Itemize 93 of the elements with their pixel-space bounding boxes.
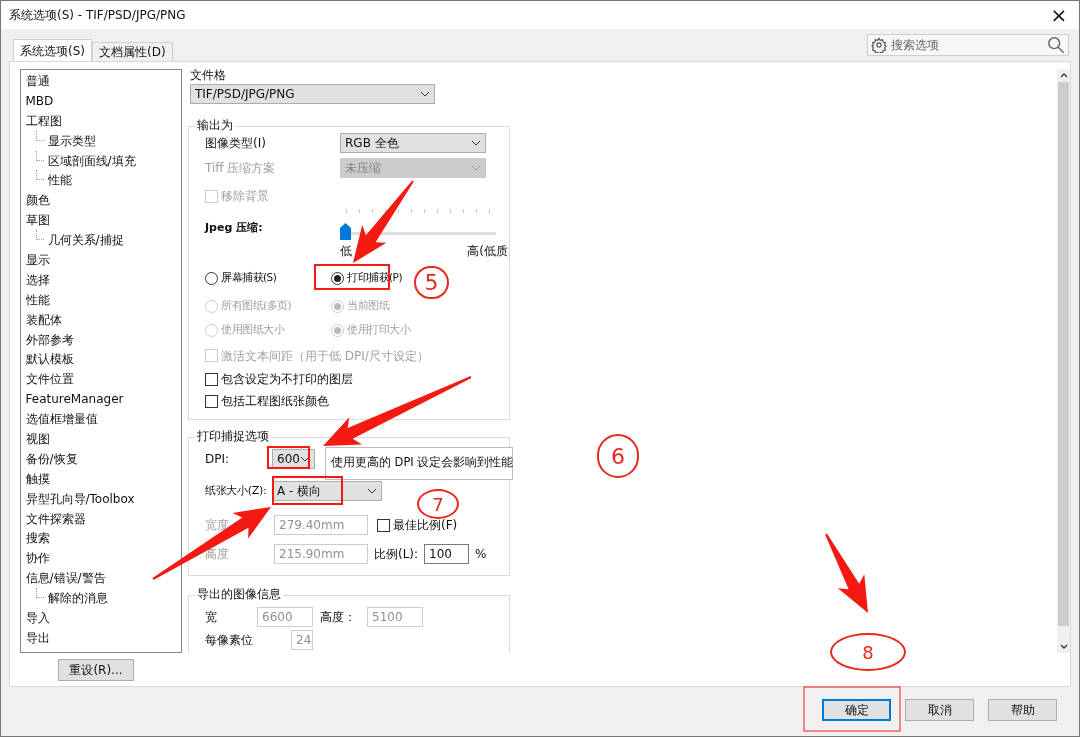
chevron-down-icon (420, 91, 430, 97)
step-number: 7 (417, 489, 459, 519)
tree-item[interactable]: 性能 (25, 290, 50, 309)
checkbox-label: 激活文本间距（用于低 DPI/尺寸设定） (221, 347, 429, 365)
search-field[interactable]: 搜索选项 (867, 34, 1069, 56)
slider-label: 低 (340, 243, 352, 260)
field-label: Jpeg 压缩: (205, 220, 264, 236)
tooltip: 使用更高的 DPI 设定会影响到性能 (324, 446, 513, 480)
input-field[interactable]: 100 (424, 544, 469, 564)
checkbox-label: 最佳比例(F) (393, 517, 458, 534)
chevron-up-icon (1059, 73, 1068, 78)
checkbox[interactable] (377, 518, 390, 532)
tree-item[interactable]: 显示 (25, 250, 50, 269)
radio-label: 使用图纸大小 (221, 322, 284, 338)
field-label: 文件格 (190, 69, 227, 82)
field-label: 纸张大小(Z): (205, 482, 268, 499)
slider-label: 高(低质 (467, 243, 508, 260)
tree-item[interactable]: 几何关系/捕捉 (47, 231, 124, 250)
search-icon (1047, 36, 1065, 54)
tree-item[interactable]: 选值框增量值 (25, 410, 98, 429)
dropdown[interactable]: RGB 全色 (340, 133, 486, 153)
chevron-down-icon (299, 456, 310, 462)
tree-item[interactable]: 显示类型 (47, 131, 96, 150)
tree-item[interactable]: 外部参考 (25, 330, 74, 349)
tree-item[interactable]: 异型孔向导/Toolbox (25, 489, 135, 508)
chevron-down-icon (471, 165, 481, 171)
radio-label: 使用打印大小 (347, 322, 410, 338)
checkbox-label: 包含设定为不打印的图层 (221, 371, 353, 388)
group-title: 输出为 (195, 117, 235, 133)
tree-item[interactable]: 文件位置 (25, 370, 74, 389)
window-title: 系统选项(S) - TIF/PSD/JPG/PNG (9, 7, 187, 24)
step-number: 8 (830, 633, 906, 671)
search-placeholder: 搜索选项 (891, 37, 940, 54)
tree-item[interactable]: 默认模板 (25, 350, 74, 369)
close-button[interactable]: × (1047, 5, 1071, 25)
dropdown[interactable]: A - 横向 (272, 481, 382, 501)
radio-label: 所有图纸(多页) (221, 298, 292, 314)
tree-item[interactable]: MBD (25, 91, 54, 110)
dialog-button[interactable]: 帮助 (988, 699, 1057, 721)
field-label: DPI: (205, 451, 231, 468)
tree-item[interactable]: FeatureManager (25, 390, 124, 409)
step-number: 5 (414, 266, 449, 299)
checkbox[interactable] (205, 394, 218, 408)
radio-button[interactable] (205, 271, 218, 285)
group-title: 打印捕捉选项 (195, 428, 271, 444)
radio-label: 屏幕捕获(S) (221, 270, 277, 286)
tree-item[interactable]: 视图 (25, 429, 50, 448)
field-label: 高度： (320, 609, 357, 626)
tab[interactable]: 系统选项(S) (13, 39, 92, 61)
field-label: 宽 (205, 609, 218, 626)
tree-item[interactable]: 搜索 (25, 529, 50, 548)
tree-item[interactable]: 普通 (25, 71, 50, 90)
tree-item[interactable]: 备份/恢复 (25, 449, 78, 468)
tree-item[interactable]: 导出 (25, 628, 50, 647)
highlight-frame (272, 476, 343, 505)
tree-item[interactable]: 导入 (25, 609, 50, 627)
tree-item[interactable]: 文件探索器 (25, 509, 86, 528)
field-label: 图像类型(I) (205, 135, 267, 152)
tab[interactable]: 文档属性(D) (92, 42, 173, 61)
checkbox-label: 移除背景 (221, 188, 269, 205)
step-number: 6 (597, 434, 639, 478)
tree-item[interactable]: 选择 (25, 270, 50, 289)
field-label: Tiff 压缩方案 (205, 160, 277, 177)
checkbox[interactable] (205, 372, 218, 386)
tree-item[interactable]: 工程图 (25, 111, 62, 130)
highlight-frame (267, 446, 310, 469)
tree-item[interactable]: 协作 (25, 549, 50, 568)
field-label: 高度 (205, 546, 230, 563)
field-label: 比例(L): (374, 546, 420, 563)
tree-item[interactable]: 触摸 (25, 469, 50, 488)
tree-item[interactable]: 颜色 (25, 191, 50, 210)
dialog-button[interactable]: 确定 (822, 699, 891, 721)
chevron-down-icon (471, 140, 481, 146)
field-label: 每像素位 (205, 632, 254, 649)
tree-item[interactable]: 性能 (47, 171, 72, 190)
chevron-down-icon (367, 488, 377, 494)
radio-button[interactable] (331, 271, 344, 285)
tree-item[interactable]: 区域剖面线/填充 (47, 151, 136, 170)
dialog-button[interactable]: 取消 (905, 699, 974, 721)
reset-button[interactable]: 重设(R)... (58, 659, 134, 681)
unit-label: % (475, 546, 487, 563)
dropdown[interactable]: TIF/PSD/JPG/PNG (190, 84, 435, 104)
checkbox-label: 包括工程图纸张颜色 (221, 393, 329, 410)
radio-label: 当前图纸 (347, 298, 389, 314)
settings-icon (871, 37, 887, 53)
slider-thumb[interactable] (340, 223, 351, 240)
group-title: 导出的图像信息 (195, 586, 283, 602)
tree-item[interactable]: 解除的消息 (47, 589, 108, 608)
tree-item[interactable]: 信息/错误/警告 (25, 569, 106, 588)
chevron-down-icon (1059, 644, 1068, 649)
tree-item[interactable]: 装配体 (25, 310, 62, 329)
tree-item[interactable]: 草图 (25, 211, 50, 230)
scrollbar[interactable] (1057, 69, 1070, 653)
